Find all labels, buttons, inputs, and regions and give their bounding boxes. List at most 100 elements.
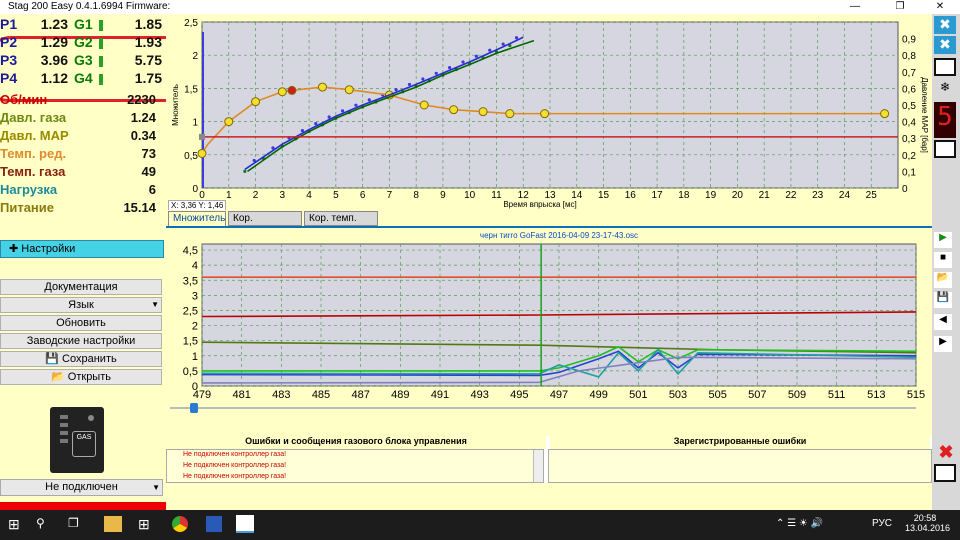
scrollbar[interactable]	[533, 450, 543, 482]
scatter-point	[340, 109, 345, 113]
save-button[interactable]: 💾 Сохранить	[0, 351, 162, 367]
search-icon[interactable]: ⚲	[36, 516, 52, 532]
curve-point[interactable]	[224, 117, 234, 127]
errors-title: Ошибки и сообщения газового блока управл…	[166, 436, 546, 449]
curve-point[interactable]	[287, 85, 297, 95]
y2-tick-label: 0,6	[902, 84, 916, 95]
timeline-slider[interactable]	[190, 403, 198, 413]
gas-time: 1.93	[134, 34, 162, 50]
y-tick-label: 0,5	[183, 366, 198, 378]
scatter-point	[300, 128, 304, 133]
open-button[interactable]: 📂 Открыть	[0, 369, 162, 385]
minimize-icon[interactable]: —	[840, 0, 870, 14]
tab-rpm-correction[interactable]: Кор. оборотов	[228, 211, 302, 237]
gas-time: 1.85	[134, 16, 162, 32]
y2-tick-label: 0,8	[902, 51, 916, 62]
tab-gas-temp-correction[interactable]: Кор. темп. газа	[304, 211, 378, 237]
registered-errors-list[interactable]	[548, 449, 932, 483]
zoom-reset-icon[interactable]: ✖	[934, 36, 956, 54]
x-tick-label: 507	[748, 389, 766, 401]
open-file-icon[interactable]: 📂	[934, 272, 952, 288]
zoom-fit-icon[interactable]: ✖	[934, 16, 956, 34]
store-icon[interactable]: ⊞	[138, 516, 154, 532]
tray-icons[interactable]: ⌃ ☰ ☀ 🔊	[776, 518, 823, 529]
scatter-point	[501, 42, 505, 46]
select-region-icon[interactable]	[934, 58, 956, 76]
gas-injector-label: G2	[74, 34, 93, 50]
restore-icon[interactable]: ❐	[885, 0, 915, 14]
y2-tick-label: 0,2	[902, 151, 916, 162]
word-icon[interactable]	[206, 516, 222, 532]
y-tick-label: 3,5	[183, 275, 198, 287]
factory-settings-button[interactable]: Заводские настройки	[0, 333, 162, 349]
y2-tick-label: 0,7	[902, 68, 916, 79]
curve-point[interactable]	[505, 109, 515, 119]
sensor-value: 49	[141, 164, 156, 179]
update-button[interactable]: Обновить	[0, 315, 162, 331]
curve-point[interactable]	[317, 82, 327, 92]
close-window-icon[interactable]: ✕	[925, 0, 955, 14]
y-tick-label: 3	[192, 290, 198, 302]
tab-multiplier[interactable]: Множитель	[168, 211, 226, 226]
play-icon[interactable]: ▶	[934, 232, 952, 248]
curve-point[interactable]	[277, 87, 287, 97]
x-tick-label: 10	[464, 190, 476, 201]
keyboard-language[interactable]: РУС	[872, 518, 892, 529]
sensor-row: Нагрузка 6	[0, 182, 160, 200]
x-tick-label: 5	[333, 190, 339, 201]
sensor-row: Темп. газа 49	[0, 164, 160, 182]
tab-bar: Множитель Кор. оборотов Кор. темп. газа	[166, 210, 932, 237]
y-axis-label: Множитель	[171, 84, 180, 126]
curve-point[interactable]	[197, 148, 207, 158]
petrol-time: 1.23	[40, 16, 68, 32]
connection-status-select[interactable]: Не подключен ▼	[0, 479, 163, 496]
chrome-icon[interactable]	[172, 516, 188, 532]
windows-start-icon[interactable]: ⊞	[8, 516, 24, 532]
sensor-label: Давл. газа	[0, 110, 67, 125]
y2-tick-label: 0,9	[902, 35, 916, 46]
x-tick-label: 17	[652, 190, 664, 201]
x-tick-label: 19	[705, 190, 717, 201]
curve-point[interactable]	[251, 97, 261, 107]
docs-button[interactable]: Документация	[0, 279, 162, 295]
next-icon[interactable]: ▶	[934, 336, 952, 352]
sensor-label: Об/мин	[0, 92, 48, 107]
taskbar: ⊞ ⚲ ❐ ⊞ ⌃ ☰ ☀ 🔊 РУС 20:58 13.04.2016	[0, 510, 960, 540]
clock[interactable]: 20:58 13.04.2016	[905, 513, 950, 533]
prev-icon[interactable]: ◀	[934, 314, 952, 330]
clear-errors-icon[interactable]: ✖	[932, 442, 960, 462]
task-view-icon[interactable]: ❐	[68, 516, 84, 532]
chart-title: черн тиrro GoFast 2016-04-09 23-17-43.os…	[480, 231, 638, 240]
snowflake-icon[interactable]: ❄	[934, 80, 956, 98]
square-icon[interactable]	[934, 464, 956, 482]
y-tick-label: 4	[192, 260, 198, 272]
error-messages-list[interactable]: Не подключен контроллер газа! Не подключ…	[166, 449, 544, 483]
settings-button[interactable]: ✚ Настройки	[0, 240, 164, 258]
left-panel: P1 1.23 G1 1.85 P2 1.29 G2 1.93 P3 3.96 G3 5.75 P4 1.…	[0, 14, 232, 524]
y-tick-label: 0	[192, 184, 198, 195]
curve-point[interactable]	[540, 109, 550, 119]
y2-tick-label: 0	[902, 184, 908, 195]
injector-row: P4 1.12 G4 1.75	[0, 70, 166, 90]
stag-app-icon[interactable]	[236, 515, 254, 533]
curve-point[interactable]	[478, 107, 488, 117]
stop-icon[interactable]: ■	[934, 252, 952, 268]
curve-point[interactable]	[344, 85, 354, 95]
square-icon[interactable]	[934, 140, 956, 158]
curve-point[interactable]	[880, 109, 890, 119]
gas-switch[interactable]: GAS	[50, 407, 104, 473]
file-explorer-icon[interactable]	[104, 516, 122, 532]
save-file-icon[interactable]: 💾	[934, 292, 952, 308]
save-label: Сохранить	[62, 353, 117, 365]
led-2	[60, 423, 68, 427]
sensor-value: 2230	[127, 92, 156, 107]
x-tick-label: 22	[785, 190, 797, 201]
x-tick-label: 1	[226, 190, 232, 201]
curve-point[interactable]	[449, 105, 459, 115]
multiplier-chart[interactable]: 0 1 2 3 4 5 6 7 8 9 10 11 12 13 14 15 16 17 18 19 20 21 22 23 24…	[166, 14, 932, 211]
x-tick-label: 6	[360, 190, 366, 201]
scatter-point	[461, 60, 465, 64]
language-select[interactable]: Язык ▼	[0, 297, 162, 313]
curve-point[interactable]	[419, 100, 429, 110]
led-status	[88, 415, 94, 421]
